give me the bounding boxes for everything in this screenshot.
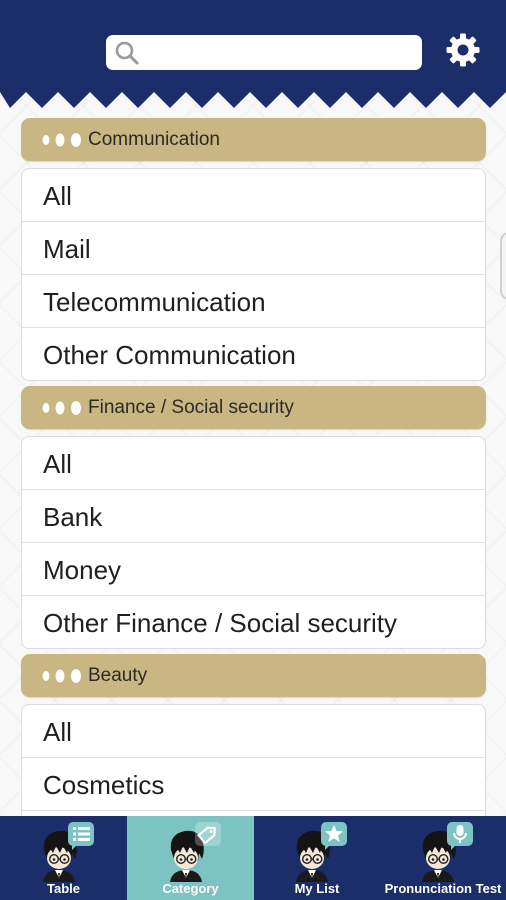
search-icon <box>115 41 139 65</box>
tab-label: Category <box>162 881 219 896</box>
tab-table[interactable]: Table <box>0 816 127 900</box>
section-header-beauty: Beauty <box>21 654 486 697</box>
tag-icon <box>168 822 221 882</box>
tab-my-list[interactable]: My List <box>254 816 380 900</box>
list-icon <box>41 822 94 882</box>
list-item-other-communication[interactable]: Other Communication <box>22 328 485 381</box>
tab-label: Table <box>47 881 80 896</box>
search-input[interactable] <box>146 39 416 68</box>
section-title: Finance / Social security <box>88 397 294 418</box>
section-title: Communication <box>88 129 220 150</box>
section-list-beauty: All Cosmetics <box>21 704 486 816</box>
list-item-mail[interactable]: Mail <box>22 222 485 275</box>
list-item-all[interactable]: All <box>22 169 485 222</box>
list-item-money[interactable]: Money <box>22 543 485 596</box>
microphone-icon <box>421 822 473 882</box>
section-list-finance: All Bank Money Other Finance / Social se… <box>21 436 486 649</box>
list-item-bank[interactable]: Bank <box>22 490 485 543</box>
header-bar <box>0 0 506 108</box>
section-header-communication: Communication <box>21 118 486 161</box>
tab-label: Pronunciation Test <box>384 881 502 896</box>
star-icon <box>295 822 347 882</box>
list-item-telecommunication[interactable]: Telecommunication <box>22 275 485 328</box>
search-bar[interactable] <box>106 35 422 70</box>
tab-pronunciation-test[interactable]: Pronunciation Test <box>380 816 506 900</box>
bottom-tab-bar: Table Category My List Pronunciation Tes… <box>0 816 506 900</box>
list-item-cosmetics[interactable]: Cosmetics <box>22 758 485 811</box>
gear-icon[interactable] <box>445 32 481 68</box>
list-item-all[interactable]: All <box>22 437 485 490</box>
list-item-other-finance[interactable]: Other Finance / Social security <box>22 596 485 649</box>
dots-icon <box>42 133 81 147</box>
section-list-communication: All Mail Telecommunication Other Communi… <box>21 168 486 381</box>
dots-icon <box>42 401 81 415</box>
dots-icon <box>42 669 81 683</box>
category-list: Communication All Mail Telecommunication… <box>0 118 506 816</box>
section-title: Beauty <box>88 665 148 686</box>
list-item-all[interactable]: All <box>22 705 485 758</box>
section-header-finance: Finance / Social security <box>21 386 486 429</box>
tab-label: My List <box>294 881 340 896</box>
tab-category[interactable]: Category <box>127 816 254 900</box>
side-panel-handle[interactable] <box>500 232 506 300</box>
